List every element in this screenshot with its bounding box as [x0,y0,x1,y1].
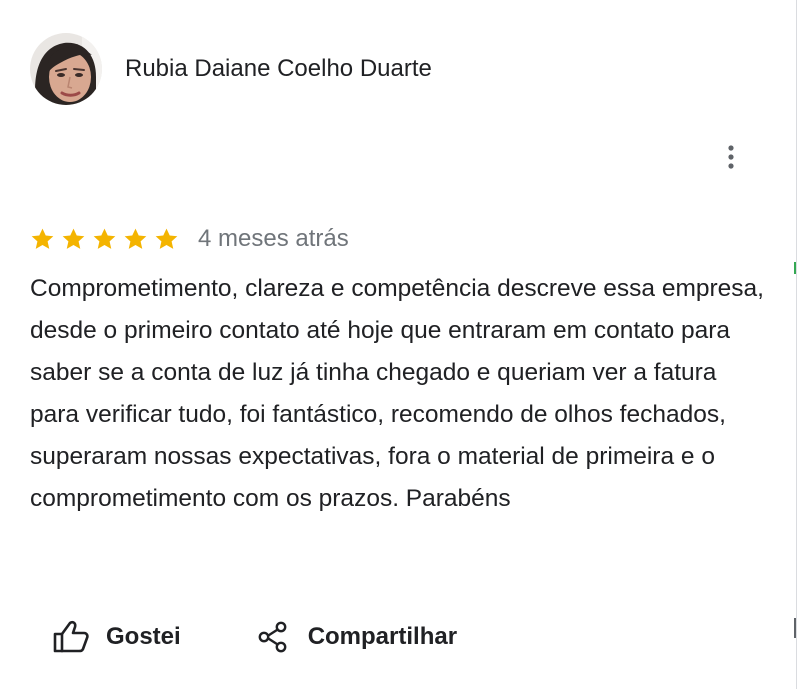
edge-accent-mark [794,262,796,274]
rating-row: 4 meses atrás [30,224,349,254]
share-button[interactable]: Compartilhar [258,621,457,653]
share-label: Compartilhar [307,623,458,650]
like-label: Gostei [106,623,181,650]
star-icon [31,228,54,249]
review-actions: Gostei Compartilhar [52,617,457,657]
like-button[interactable]: Gostei [52,620,181,654]
star-icon [124,228,147,249]
review-text: Comprometimento, clareza e competência d… [30,275,764,512]
star-icon [93,228,116,249]
more-options-button[interactable] [716,142,746,172]
review-date: 4 meses atrás [198,225,349,252]
avatar-photo [30,33,102,105]
avatar[interactable] [30,33,102,105]
more-vert-icon [728,145,734,169]
reviewer-name[interactable]: Rubia Daiane Coelho Duarte [125,54,432,84]
star-rating [30,227,179,252]
edge-scrollbar-mark [794,618,796,638]
star-icon [62,228,85,249]
star-icon [155,228,178,249]
share-icon [258,621,288,653]
review-header: Rubia Daiane Coelho Duarte [30,33,432,105]
review-card: Rubia Daiane Coelho Duarte 4 meses atrás… [0,0,797,689]
thumb-up-icon [52,620,90,654]
